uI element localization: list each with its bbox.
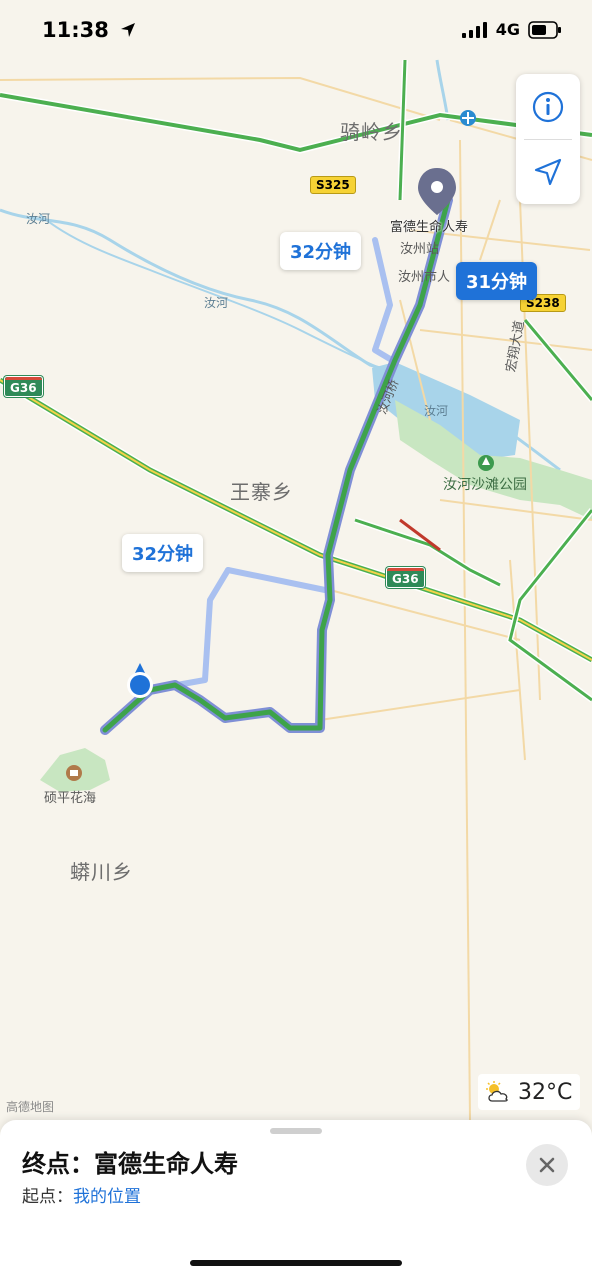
river-label: 汝河 [424, 404, 449, 418]
home-indicator[interactable] [190, 1260, 402, 1266]
location-services-icon [121, 23, 136, 37]
locate-button[interactable] [516, 139, 580, 204]
close-icon [539, 1157, 555, 1173]
river-label: 汝河 [26, 212, 51, 226]
clock: 11:38 [42, 18, 136, 42]
partly-cloudy-icon [486, 1081, 508, 1102]
network-type: 4G [495, 20, 520, 39]
park-label: 汝河沙滩公园 [443, 477, 527, 493]
location-arrow-icon [534, 158, 562, 185]
map-controls [516, 74, 580, 204]
station-label: 汝州站 [400, 242, 440, 257]
route-time-bubble-alt[interactable]: 32分钟 [280, 232, 362, 270]
info-button[interactable] [516, 74, 580, 139]
origin-value[interactable]: 我的位置 [73, 1187, 141, 1207]
park-poi-icon [478, 455, 494, 471]
town-label: 蟒川乡 [70, 860, 133, 884]
hospital-poi-icon [460, 110, 476, 126]
info-icon [532, 91, 564, 122]
map-attribution: 高德地图 [6, 1100, 55, 1114]
origin-line: 起点：我的位置 [22, 1182, 141, 1207]
destination-title: 终点：富德生命人寿 [22, 1150, 238, 1178]
close-button[interactable] [526, 1144, 568, 1186]
route-time-bubble-alt[interactable]: 32分钟 [122, 534, 204, 572]
scenic-label: 硕平花海 [44, 791, 97, 806]
signal-icon [461, 21, 487, 38]
river-label: 汝河 [204, 296, 229, 310]
battery-icon [528, 20, 561, 39]
road-shield-g36: G36 [4, 376, 43, 397]
route-time-bubble-main[interactable]: 31分钟 [456, 262, 538, 300]
temperature: 32°C [518, 1079, 573, 1105]
town-label: 骑岭乡 [340, 120, 403, 144]
destination-label: 富德生命人寿 [390, 220, 469, 235]
town-label: 王寨乡 [230, 480, 293, 504]
route-sheet: 终点：富德生命人寿 起点：我的位置 [0, 1120, 592, 1280]
map-canvas[interactable]: 汝河桥 [0, 0, 592, 1120]
status-bar: 11:38 4G [0, 0, 592, 64]
city-label: 汝州市人 [398, 270, 451, 285]
sheet-grabber[interactable] [270, 1128, 322, 1134]
weather-widget: 32°C [478, 1074, 580, 1110]
scenic-poi-icon [66, 765, 82, 781]
road-shield-s325: S325 [310, 176, 356, 194]
road-shield-g36: G36 [386, 567, 425, 588]
origin-prefix: 起点： [22, 1187, 73, 1207]
